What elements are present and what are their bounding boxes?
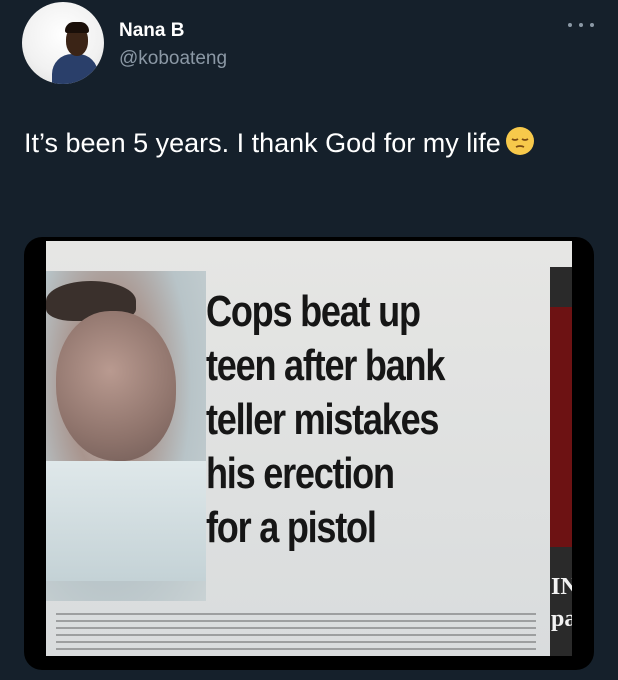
more-options-icon[interactable]: [568, 18, 594, 32]
newspaper-side-text: IN pa: [551, 574, 572, 632]
headline-line: Cops beat up: [206, 287, 421, 336]
headline-line: for a pistol: [206, 503, 377, 552]
pensive-face-emoji-icon: [505, 126, 535, 168]
tweet-text: It’s been 5 years. I thank God for my li…: [24, 122, 594, 168]
avatar-shirt: [52, 54, 98, 84]
newspaper-headline: Cops beat up teen after bank teller mist…: [206, 285, 485, 555]
newspaper-clipping: Cops beat up teen after bank teller mist…: [46, 241, 572, 656]
newspaper-photo: [46, 271, 206, 601]
avatar[interactable]: [22, 2, 104, 84]
display-name[interactable]: Nana B: [119, 20, 184, 42]
user-handle[interactable]: @koboateng: [119, 48, 227, 70]
tweet-media-image[interactable]: Cops beat up teen after bank teller mist…: [24, 237, 594, 670]
tweet: Nana B @koboateng It’s been 5 years. I t…: [0, 0, 618, 680]
headline-line: teen after bank: [206, 341, 445, 390]
newspaper-body-text: [56, 613, 536, 653]
tweet-body: It’s been 5 years. I thank God for my li…: [24, 128, 501, 158]
headline-line: teller mistakes: [206, 395, 439, 444]
headline-line: his erection: [206, 449, 395, 498]
avatar-hair: [65, 22, 89, 33]
